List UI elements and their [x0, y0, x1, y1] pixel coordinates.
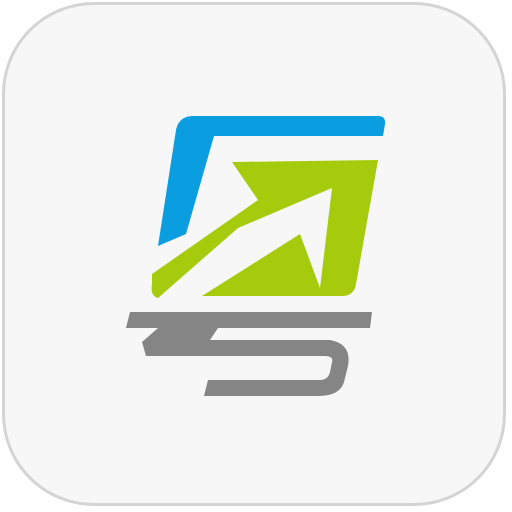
gray-glyph-shape — [126, 312, 372, 396]
app-logo-icon — [126, 116, 386, 396]
